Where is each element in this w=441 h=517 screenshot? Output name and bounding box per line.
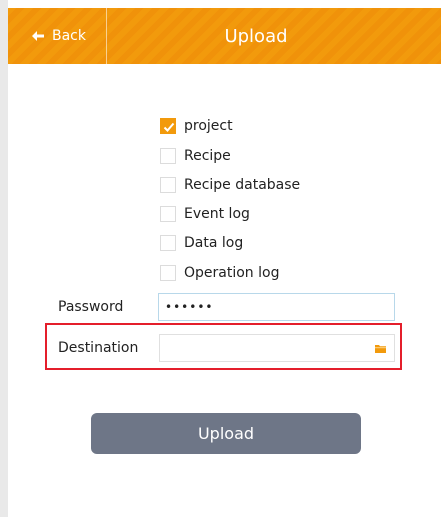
destination-field[interactable] bbox=[159, 334, 395, 362]
option-recipe-database[interactable]: Recipe database bbox=[160, 174, 300, 196]
checkbox-operation-log[interactable] bbox=[160, 265, 176, 281]
checkbox-event-log[interactable] bbox=[160, 206, 176, 222]
option-project[interactable]: project bbox=[160, 115, 233, 137]
checkmark-icon bbox=[163, 122, 175, 132]
option-label: Recipe database bbox=[184, 177, 301, 193]
header-bar: Back Upload bbox=[8, 8, 441, 64]
destination-label: Destination bbox=[58, 340, 139, 356]
checkbox-recipe[interactable] bbox=[160, 148, 176, 164]
password-value: •••••• bbox=[165, 300, 214, 314]
folder-icon[interactable] bbox=[375, 344, 386, 353]
password-field[interactable]: •••••• bbox=[158, 293, 395, 321]
checkbox-recipe-database[interactable] bbox=[160, 177, 176, 193]
left-edge bbox=[0, 0, 8, 517]
checkbox-project[interactable] bbox=[160, 118, 176, 134]
arrow-left-icon bbox=[32, 31, 44, 41]
option-label: Operation log bbox=[184, 265, 280, 281]
option-label: Data log bbox=[184, 235, 244, 251]
upload-button[interactable]: Upload bbox=[91, 413, 361, 454]
option-label: project bbox=[184, 118, 233, 134]
option-data-log[interactable]: Data log bbox=[160, 232, 243, 254]
option-label: Event log bbox=[184, 206, 250, 222]
option-label: Recipe bbox=[184, 148, 231, 164]
option-event-log[interactable]: Event log bbox=[160, 203, 250, 225]
back-button[interactable]: Back bbox=[8, 8, 106, 64]
back-label: Back bbox=[52, 28, 86, 44]
password-label: Password bbox=[58, 299, 124, 315]
option-operation-log[interactable]: Operation log bbox=[160, 262, 279, 284]
checkbox-data-log[interactable] bbox=[160, 235, 176, 251]
page-title: Upload bbox=[224, 25, 288, 47]
option-recipe[interactable]: Recipe bbox=[160, 145, 231, 167]
